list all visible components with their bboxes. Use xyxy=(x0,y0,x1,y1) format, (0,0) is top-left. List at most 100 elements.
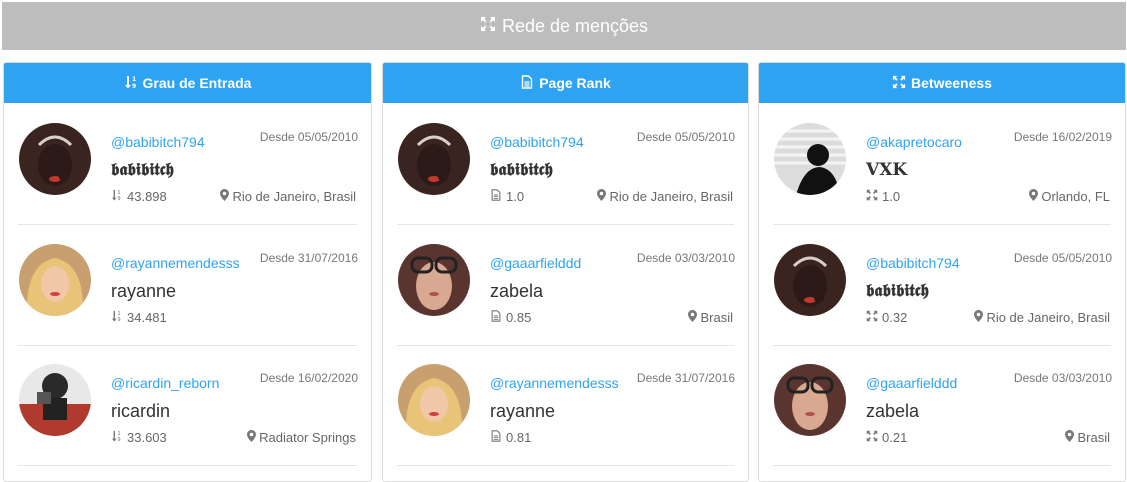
metric-number: 34.481 xyxy=(127,310,167,325)
member-since: Desde 31/07/2016 xyxy=(259,251,358,265)
user-card[interactable]: @rayannemendesss Desde 31/07/2016 rayanne 1… xyxy=(18,224,358,346)
user-card[interactable]: @ricardin_reborn Desde 16/02/2020 ricardin… xyxy=(18,344,358,466)
sort-numeric-icon: 19 xyxy=(111,189,127,204)
member-since: Desde 05/05/2010 xyxy=(636,130,735,144)
user-handle-link[interactable]: @gaaarfielddd xyxy=(490,255,581,271)
user-handle-link[interactable]: @gaaarfielddd xyxy=(866,375,957,391)
svg-text:9: 9 xyxy=(117,196,120,201)
page-header: Rede de menções xyxy=(2,2,1126,50)
location: Rio de Janeiro, Brasil xyxy=(974,310,1110,325)
metric-value: 1 9 34.481 xyxy=(111,310,167,325)
display-name: rayanne xyxy=(111,281,177,301)
sort-numeric-icon: 19 xyxy=(111,310,127,325)
display-name: zabela xyxy=(490,281,544,301)
location: Radiator Springs xyxy=(247,430,356,445)
metric-value: 1 9 33.603 xyxy=(111,430,167,445)
user-card[interactable]: @akapretocaro Desde 16/02/2019 𝐕𝐗𝐊 1.0 Orlan… xyxy=(773,103,1112,225)
user-card[interactable]: @gaaarfielddd Desde 03/03/2010 zabela 0.85 B… xyxy=(397,224,735,346)
file-icon xyxy=(490,189,506,204)
map-marker-icon xyxy=(974,310,986,325)
location: Rio de Janeiro, Brasil xyxy=(220,189,356,204)
user-card[interactable]: @babibitch794 Desde 05/05/2010 𝖇𝖆𝖇𝖎𝖇𝖎𝖙𝖈𝖍 1 9… xyxy=(18,103,358,225)
location: Rio de Janeiro, Brasil xyxy=(597,189,733,204)
metric-number: 0.32 xyxy=(882,310,908,325)
location-text: Rio de Janeiro, Brasil xyxy=(609,189,733,204)
svg-text:9: 9 xyxy=(117,437,120,442)
avatar[interactable] xyxy=(398,364,470,436)
member-since: Desde 03/03/2010 xyxy=(636,251,735,265)
svg-text:1: 1 xyxy=(117,190,120,196)
sort-numeric-icon: 19 xyxy=(111,430,127,445)
member-since: Desde 05/05/2010 xyxy=(259,130,358,144)
panel-title: Betweeness xyxy=(911,75,992,91)
location-text: Rio de Janeiro, Brasil xyxy=(986,310,1110,325)
location-text: Rio de Janeiro, Brasil xyxy=(232,189,356,204)
avatar[interactable] xyxy=(774,244,846,316)
user-card[interactable]: @babibitch794 Desde 05/05/2010 𝖇𝖆𝖇𝖎𝖇𝖎𝖙𝖈𝖍 0.… xyxy=(773,224,1112,346)
user-handle-link[interactable]: @babibitch794 xyxy=(111,134,205,150)
display-name: ricardin xyxy=(111,401,171,421)
avatar[interactable] xyxy=(774,364,846,436)
metric-value: 1.0 xyxy=(490,189,524,204)
expand-icon xyxy=(866,189,882,204)
map-marker-icon xyxy=(247,430,259,445)
user-card[interactable]: @gaaarfielddd Desde 03/03/2010 zabela 0.21 B… xyxy=(773,344,1112,466)
svg-text:1: 1 xyxy=(117,431,120,437)
display-name: 𝐕𝐗𝐊 xyxy=(866,160,908,180)
panel-grau-de-entrada: 19 Grau de Entrada @babibitch794 Desde 05… xyxy=(3,62,372,482)
panel-header: 19 Grau de Entrada xyxy=(4,63,371,103)
display-name: zabela xyxy=(866,401,920,421)
metric-value: 0.85 xyxy=(490,310,531,325)
sort-numeric-icon: 19 xyxy=(124,75,143,92)
file-icon xyxy=(490,430,506,445)
svg-text:1: 1 xyxy=(117,311,120,317)
metric-number: 0.85 xyxy=(506,310,532,325)
panel-page-rank: Page Rank @babibitch794 Desde 05/05/2010 𝖇… xyxy=(382,62,749,482)
location-text: Brasil xyxy=(1077,430,1110,445)
metric-value: 0.81 xyxy=(490,430,531,445)
location: Brasil xyxy=(1065,430,1110,445)
metric-value: 1.0 xyxy=(866,189,900,204)
file-icon xyxy=(520,74,539,92)
avatar[interactable] xyxy=(398,244,470,316)
expand-icon xyxy=(866,310,882,325)
map-marker-icon xyxy=(597,189,609,204)
map-marker-icon xyxy=(688,310,700,325)
location-text: Brasil xyxy=(700,310,733,325)
avatar[interactable] xyxy=(774,123,846,195)
file-icon xyxy=(490,310,506,325)
avatar[interactable] xyxy=(19,364,91,436)
metric-value: 0.32 xyxy=(866,310,907,325)
user-handle-link[interactable]: @rayannemendesss xyxy=(111,255,240,271)
user-handle-link[interactable]: @ricardin_reborn xyxy=(111,375,219,391)
user-card[interactable]: @babibitch794 Desde 05/05/2010 𝖇𝖆𝖇𝖎𝖇𝖎𝖙𝖈𝖍 1.… xyxy=(397,103,735,225)
expand-icon xyxy=(892,75,911,92)
user-handle-link[interactable]: @rayannemendesss xyxy=(490,375,619,391)
location: Orlando, FL xyxy=(1029,189,1110,204)
map-marker-icon xyxy=(1065,430,1077,445)
svg-text:9: 9 xyxy=(132,83,136,89)
display-name: 𝖇𝖆𝖇𝖎𝖇𝖎𝖙𝖈𝖍 xyxy=(490,160,553,180)
metric-number: 1.0 xyxy=(882,189,901,204)
panel-title: Grau de Entrada xyxy=(142,75,252,91)
avatar[interactable] xyxy=(19,244,91,316)
avatar[interactable] xyxy=(19,123,91,195)
member-since: Desde 05/05/2010 xyxy=(1013,251,1112,265)
metric-number: 0.81 xyxy=(506,430,532,445)
user-handle-link[interactable]: @akapretocaro xyxy=(866,134,962,150)
display-name: 𝖇𝖆𝖇𝖎𝖇𝖎𝖙𝖈𝖍 xyxy=(111,160,174,180)
member-since: Desde 31/07/2016 xyxy=(636,371,735,385)
metric-number: 1.0 xyxy=(506,189,525,204)
user-handle-link[interactable]: @babibitch794 xyxy=(490,134,584,150)
user-handle-link[interactable]: @babibitch794 xyxy=(866,255,960,271)
member-since: Desde 16/02/2020 xyxy=(259,371,358,385)
metric-number: 0.21 xyxy=(882,430,908,445)
avatar[interactable] xyxy=(398,123,470,195)
user-card[interactable]: @rayannemendesss Desde 31/07/2016 rayanne 0… xyxy=(397,344,735,466)
location-text: Orlando, FL xyxy=(1041,189,1110,204)
panel-title: Page Rank xyxy=(539,75,611,91)
expand-icon xyxy=(866,430,882,445)
location: Brasil xyxy=(688,310,733,325)
svg-text:9: 9 xyxy=(117,317,120,322)
member-since: Desde 03/03/2010 xyxy=(1013,371,1112,385)
